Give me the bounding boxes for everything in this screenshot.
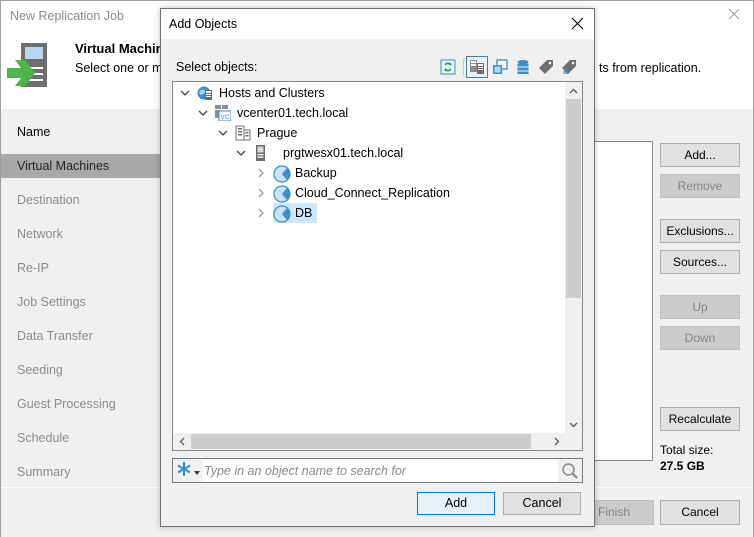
tree-node-label: Hosts and Clusters — [219, 86, 325, 100]
collapse-chevron-icon[interactable] — [235, 147, 247, 159]
virtual-machines-list[interactable] — [591, 141, 653, 461]
tree-node-backup[interactable]: Backup — [255, 163, 342, 183]
refresh-icon[interactable] — [437, 56, 459, 78]
nav-step-guest-processing[interactable]: Guest Processing — [1, 392, 161, 416]
collapse-chevron-icon[interactable] — [217, 127, 229, 139]
tree-node-prgtwesx01[interactable]: prgtwesx01.tech.local — [235, 143, 408, 163]
nav-step-re-ip[interactable]: Re-IP — [1, 256, 161, 280]
add-vm-button[interactable]: Add... — [660, 143, 740, 167]
expand-chevron-icon[interactable] — [255, 187, 267, 199]
header-description-end: ts from replication. — [599, 61, 702, 75]
svg-text:VC: VC — [221, 114, 230, 121]
dialog-close-icon[interactable] — [571, 17, 584, 30]
select-objects-label: Select objects: — [176, 60, 258, 74]
dialog-titlebar: Add Objects — [161, 9, 594, 39]
expand-chevron-icon[interactable] — [255, 207, 267, 219]
nav-step-seeding[interactable]: Seeding — [1, 358, 161, 382]
tree-node-db[interactable]: DB — [255, 203, 318, 223]
total-size-value: 27.5 GB — [660, 459, 705, 473]
search-type-dropdown[interactable] — [173, 459, 203, 482]
exclusions-button[interactable]: Exclusions... — [660, 219, 740, 243]
vcenter-icon: VC — [215, 105, 232, 122]
nav-step-data-transfer[interactable]: Data Transfer — [1, 324, 161, 348]
horizontal-scroll-thumb[interactable] — [191, 434, 531, 449]
nav-step-schedule[interactable]: Schedule — [1, 426, 161, 450]
expand-chevron-icon[interactable] — [255, 167, 267, 179]
collapse-chevron-icon[interactable] — [179, 87, 191, 99]
down-button[interactable]: Down — [660, 326, 740, 350]
scroll-left-icon[interactable] — [173, 433, 190, 450]
dialog-title: Add Objects — [169, 17, 238, 31]
svg-text:&: & — [563, 67, 569, 75]
tree-node-vcenter01[interactable]: VC vcenter01.tech.local — [197, 103, 353, 123]
esx-host-icon — [253, 145, 269, 161]
scrollbar-corner — [565, 433, 582, 450]
collapse-chevron-icon[interactable] — [197, 107, 209, 119]
dropdown-arrow-icon — [194, 464, 200, 478]
tree-node-label: DB — [295, 206, 313, 220]
hosts-and-clusters-view-icon[interactable] — [466, 56, 488, 78]
resource-pool-icon — [273, 185, 291, 203]
datastores-view-icon[interactable] — [512, 56, 534, 78]
tree-node-hosts-and-clusters[interactable]: Hosts and Clusters — [179, 83, 330, 103]
tree-node-label: Cloud_Connect_Replication — [295, 186, 450, 200]
tree-node-label: prgtwesx01.tech.local — [283, 146, 404, 160]
tree-node-cloud-connect-replication[interactable]: Cloud_Connect_Replication — [255, 183, 455, 203]
tag-categories-view-icon[interactable]: & — [558, 56, 580, 78]
vm-arrow-icon — [7, 43, 51, 89]
wizard-steps-nav: Name Virtual Machines Destination Networ… — [1, 109, 161, 489]
hosts-clusters-icon — [197, 85, 213, 101]
nav-step-job-settings[interactable]: Job Settings — [1, 290, 161, 314]
total-size-label: Total size: — [660, 443, 714, 457]
object-search-input[interactable] — [204, 459, 554, 482]
tree-node-label: vcenter01.tech.local — [237, 106, 349, 120]
object-search-box — [172, 458, 583, 483]
vms-and-templates-view-icon[interactable] — [489, 56, 511, 78]
wizard-cancel-button[interactable]: Cancel — [660, 500, 740, 525]
resource-pool-icon — [273, 165, 291, 183]
tree-node-prague[interactable]: Prague — [217, 123, 302, 143]
toolbar-separator — [463, 59, 464, 75]
remove-vm-button[interactable]: Remove — [660, 174, 740, 198]
tree-horizontal-scrollbar[interactable] — [173, 433, 565, 450]
tree-vertical-scrollbar[interactable] — [565, 82, 582, 433]
asterisk-icon — [176, 461, 192, 480]
tree-node-label: Backup — [295, 166, 337, 180]
sources-button[interactable]: Sources... — [660, 250, 740, 274]
tree-node-label: Prague — [257, 126, 298, 140]
up-button[interactable]: Up — [660, 295, 740, 319]
scroll-up-icon[interactable] — [565, 82, 582, 99]
nav-step-network[interactable]: Network — [1, 222, 161, 246]
nav-step-name[interactable]: Name — [1, 120, 161, 144]
nav-step-virtual-machines[interactable]: Virtual Machines — [1, 154, 161, 178]
dialog-cancel-button[interactable]: Cancel — [503, 492, 581, 515]
add-objects-dialog: Add Objects Select objects: & Hosts and … — [160, 8, 595, 527]
nav-step-summary[interactable]: Summary — [1, 460, 161, 484]
search-icon[interactable] — [558, 459, 582, 482]
objects-tree[interactable]: Hosts and Clusters VC vcenter01.tech.loc… — [172, 81, 583, 451]
window-close-icon[interactable] — [727, 7, 741, 21]
window-title: New Replication Job — [10, 9, 124, 23]
scroll-right-icon[interactable] — [548, 433, 565, 450]
datacenter-icon — [235, 125, 251, 141]
vertical-scroll-thumb[interactable] — [566, 99, 581, 298]
nav-step-destination[interactable]: Destination — [1, 188, 161, 212]
recalculate-button[interactable]: Recalculate — [660, 407, 740, 431]
resource-pool-icon — [273, 205, 291, 223]
scroll-down-icon[interactable] — [565, 416, 582, 433]
dialog-add-button[interactable]: Add — [417, 492, 495, 515]
tags-view-icon[interactable] — [535, 56, 557, 78]
